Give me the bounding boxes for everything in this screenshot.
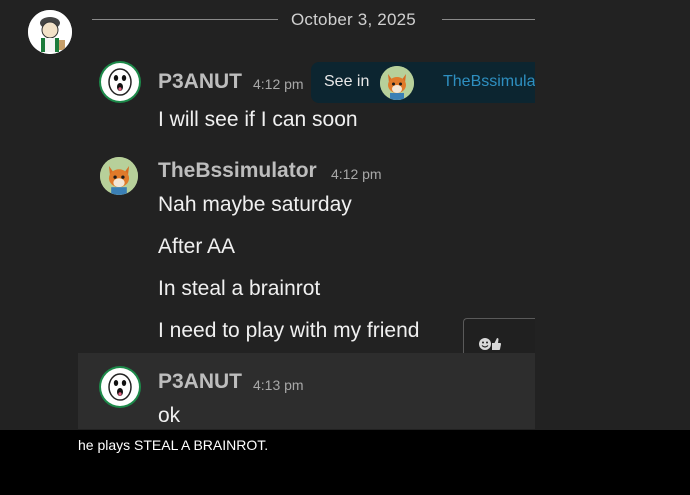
user-avatar[interactable] bbox=[101, 63, 139, 101]
user-avatar[interactable] bbox=[101, 368, 139, 406]
message-username[interactable]: P3ANUT bbox=[158, 70, 242, 94]
divider-line-right bbox=[442, 19, 535, 20]
character-avatar-icon bbox=[28, 10, 72, 54]
divider-line-left bbox=[92, 19, 278, 20]
see-in-topic-link[interactable]: TheBssimulator bbox=[443, 73, 535, 91]
date-divider: October 3, 2025 bbox=[291, 10, 416, 29]
see-in-label: See in bbox=[324, 73, 370, 90]
message-text: I will see if I can soon bbox=[158, 108, 358, 131]
post-caption: he plays STEAL A BRAINROT. bbox=[78, 437, 269, 453]
ghost-face-icon bbox=[108, 68, 132, 96]
poster-avatar[interactable] bbox=[28, 10, 72, 54]
fox-avatar-icon bbox=[100, 157, 138, 195]
message-text: In steal a brainrot bbox=[158, 277, 321, 300]
message-text: After AA bbox=[158, 235, 236, 258]
see-in-avatar[interactable] bbox=[380, 66, 414, 100]
message-username[interactable]: TheBssimulator bbox=[158, 159, 317, 183]
message-text: ok bbox=[158, 404, 181, 427]
user-avatar[interactable] bbox=[100, 157, 138, 195]
message-timestamp[interactable]: 4:12 pm bbox=[253, 76, 304, 92]
fox-avatar-icon bbox=[380, 66, 414, 100]
message-text: Nah maybe saturday bbox=[158, 193, 352, 216]
ghost-face-icon bbox=[108, 373, 132, 401]
message-timestamp[interactable]: 4:13 pm bbox=[253, 377, 304, 393]
message-text: I need to play with my friend bbox=[158, 319, 420, 342]
highlighted-message bbox=[78, 353, 535, 429]
message-username[interactable]: P3ANUT bbox=[158, 370, 242, 394]
message-timestamp[interactable]: 4:12 pm bbox=[331, 166, 382, 182]
